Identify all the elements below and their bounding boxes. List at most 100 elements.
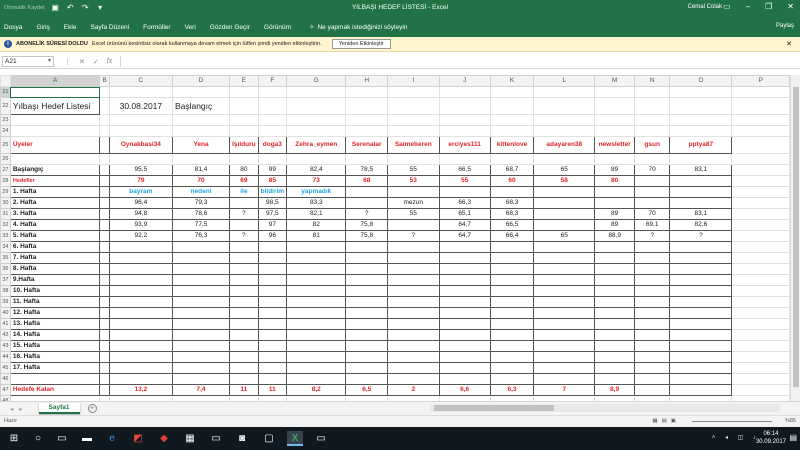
- row-header[interactable]: 41: [0, 318, 11, 330]
- cell[interactable]: [438, 263, 491, 275]
- cell[interactable]: [99, 340, 110, 352]
- week-label[interactable]: 10. Hafta: [9, 285, 101, 297]
- cell[interactable]: [229, 86, 259, 98]
- cell[interactable]: [229, 307, 259, 319]
- cell-members-7[interactable]: erciyes111: [438, 136, 491, 154]
- cancel-icon[interactable]: ✕: [79, 58, 85, 66]
- column-header-e[interactable]: E: [229, 75, 259, 87]
- row-header[interactable]: 35: [0, 252, 11, 264]
- cell[interactable]: [108, 263, 173, 275]
- cell[interactable]: [594, 307, 636, 319]
- row-header[interactable]: 24: [0, 125, 11, 137]
- cell[interactable]: [99, 362, 110, 374]
- cell[interactable]: [345, 125, 389, 137]
- cell[interactable]: [257, 86, 288, 98]
- cell[interactable]: [345, 252, 389, 264]
- cell[interactable]: [731, 274, 790, 286]
- tab-formulas[interactable]: Formüller: [143, 24, 170, 31]
- cell-kalan-4[interactable]: 8,2: [286, 384, 347, 396]
- cell[interactable]: [229, 97, 259, 115]
- cell[interactable]: [731, 219, 790, 231]
- week-label[interactable]: 5. Hafta: [9, 230, 101, 242]
- cell[interactable]: [99, 230, 110, 242]
- cell[interactable]: [634, 153, 671, 165]
- cell-baslangic-8[interactable]: 68,7: [489, 164, 535, 176]
- cell[interactable]: [387, 307, 440, 319]
- cell[interactable]: [345, 241, 389, 253]
- app-icon[interactable]: ◩: [130, 431, 146, 446]
- cell[interactable]: [533, 125, 596, 137]
- cell[interactable]: [286, 263, 347, 275]
- cell-hedefler-1[interactable]: 70: [171, 175, 231, 187]
- cell[interactable]: [345, 285, 389, 297]
- cell[interactable]: [171, 274, 231, 286]
- cell[interactable]: [345, 318, 389, 330]
- week-label[interactable]: 3. Hafta: [9, 208, 101, 220]
- week-label[interactable]: 12. Hafta: [9, 307, 101, 319]
- tab-data[interactable]: Veri: [185, 24, 196, 31]
- cell-kalan-5[interactable]: 6,5: [345, 384, 389, 396]
- cell-week2-8[interactable]: 68,3: [489, 197, 535, 209]
- column-header-i[interactable]: I: [387, 75, 440, 87]
- row-header[interactable]: 40: [0, 307, 11, 319]
- cell-hedefler-3[interactable]: 85: [257, 175, 288, 187]
- cell-week4-6[interactable]: [387, 219, 440, 231]
- cell-baslangic-9[interactable]: 65: [533, 164, 596, 176]
- sheet-nav-arrows[interactable]: ◂▸: [10, 405, 29, 413]
- cell[interactable]: [171, 373, 231, 385]
- cell-hedefler-8[interactable]: 60: [489, 175, 535, 187]
- mcafee-icon[interactable]: ◆: [156, 431, 172, 446]
- cell[interactable]: [99, 175, 110, 187]
- cell-kalan-6[interactable]: 2: [387, 384, 440, 396]
- cell[interactable]: [594, 125, 636, 137]
- cell[interactable]: [257, 351, 288, 363]
- cell-baslangic-5[interactable]: 78,5: [345, 164, 389, 176]
- cell[interactable]: [731, 252, 790, 264]
- cell[interactable]: [345, 114, 389, 126]
- cell[interactable]: [533, 340, 596, 352]
- cell-hedefler-7[interactable]: 55: [438, 175, 491, 187]
- cell-week1-7[interactable]: [438, 186, 491, 198]
- cell-week2-6[interactable]: mezun: [387, 197, 440, 209]
- cell-baslangic-2[interactable]: 80: [229, 164, 259, 176]
- cell[interactable]: [634, 318, 671, 330]
- cell[interactable]: [594, 153, 636, 165]
- cell[interactable]: [229, 114, 259, 126]
- view-buttons[interactable]: ▦▤▣: [652, 418, 680, 424]
- cell[interactable]: [489, 97, 535, 115]
- cell[interactable]: [99, 197, 110, 209]
- cell[interactable]: [669, 86, 733, 98]
- column-header-p[interactable]: P: [731, 75, 790, 87]
- notifications-icon[interactable]: ▤: [789, 433, 797, 442]
- cell[interactable]: [387, 263, 440, 275]
- sheet-date[interactable]: 30.08.2017: [108, 97, 173, 115]
- cell[interactable]: [438, 97, 491, 115]
- cell[interactable]: [257, 296, 288, 308]
- cell-week1-4[interactable]: yapmadık: [286, 186, 347, 198]
- cell[interactable]: [99, 219, 110, 231]
- cell-week2-11[interactable]: [634, 197, 671, 209]
- cell-week3-1[interactable]: 78,6: [171, 208, 231, 220]
- cell[interactable]: [489, 274, 535, 286]
- cell[interactable]: [345, 86, 389, 98]
- cell[interactable]: [345, 329, 389, 341]
- reactivate-button[interactable]: Yeniden Etkinleştir: [331, 39, 391, 49]
- cell-week4-11[interactable]: 69,1: [634, 219, 671, 231]
- cell[interactable]: [533, 351, 596, 363]
- cell[interactable]: [533, 373, 596, 385]
- cell[interactable]: [731, 285, 790, 297]
- enter-icon[interactable]: ✓: [93, 58, 99, 66]
- minimize-icon[interactable]: –: [746, 2, 750, 11]
- cell-week5-6[interactable]: ?: [387, 230, 440, 242]
- cell-week3-0[interactable]: 94,8: [108, 208, 173, 220]
- cell[interactable]: [257, 114, 288, 126]
- cell[interactable]: [438, 329, 491, 341]
- cell[interactable]: [533, 285, 596, 297]
- cell[interactable]: [669, 307, 733, 319]
- cell-week5-8[interactable]: 66,4: [489, 230, 535, 242]
- cell[interactable]: [229, 125, 259, 137]
- cell[interactable]: [634, 296, 671, 308]
- cell[interactable]: [634, 362, 671, 374]
- cell-week3-4[interactable]: 82,1: [286, 208, 347, 220]
- cell[interactable]: [438, 285, 491, 297]
